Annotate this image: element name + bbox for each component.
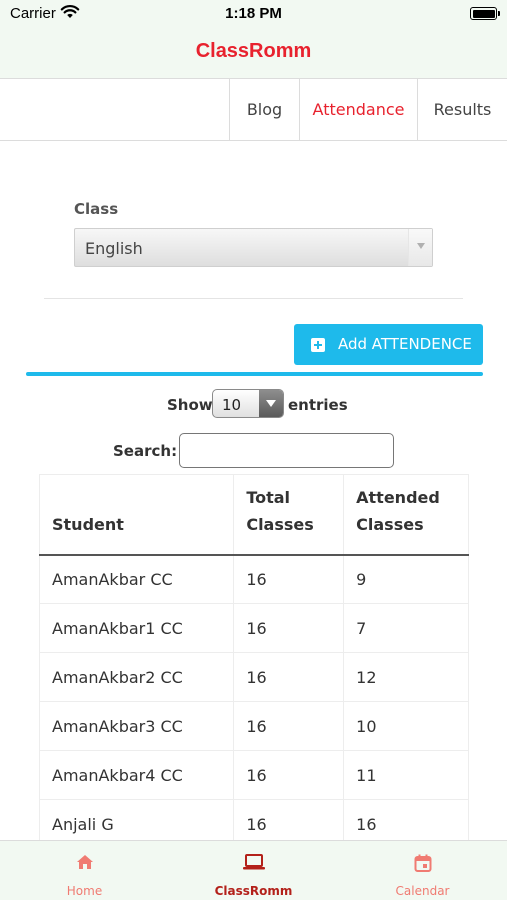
add-attendance-label: Add ATTENDENCE	[338, 335, 472, 353]
chevron-down-icon	[259, 390, 283, 417]
tab-attendance[interactable]: Attendance	[299, 79, 417, 140]
total-classes-cell: 16	[233, 554, 345, 604]
status-bar: Carrier 1:18 PM	[0, 0, 507, 28]
battery-icon	[470, 7, 500, 20]
calendar-icon	[414, 854, 432, 875]
table-header-row: Student Total Classes Attended Classes	[38, 474, 469, 556]
nav-classroom[interactable]: ClassRomm	[169, 841, 338, 900]
app-title: ClassRomm	[195, 40, 312, 62]
plus-square-icon	[311, 338, 325, 352]
add-attendance-button[interactable]: Add ATTENDENCE	[294, 324, 483, 365]
bottom-nav: Home ClassRomm Calendar	[0, 840, 507, 900]
attended-classes-cell: 12	[343, 652, 469, 702]
nav-calendar-label: Calendar	[395, 884, 450, 898]
entries-label: entries	[288, 396, 348, 414]
attended-classes-cell: 11	[343, 750, 469, 800]
attended-classes-cell: 10	[343, 701, 469, 751]
page-size-value: 10	[222, 396, 242, 414]
attended-classes-cell: 7	[343, 603, 469, 653]
class-select-value: English	[85, 239, 143, 258]
search-label: Search:	[113, 442, 178, 460]
app-header: ClassRomm	[0, 28, 507, 79]
attended-classes-cell: 9	[343, 554, 469, 604]
student-cell: AmanAkbar2 CC	[38, 652, 235, 702]
laptop-icon	[242, 854, 265, 873]
search-input[interactable]	[179, 433, 394, 468]
total-classes-cell: 16	[233, 652, 345, 702]
student-cell: AmanAkbar CC	[38, 554, 235, 604]
total-classes-cell: 16	[233, 750, 345, 800]
column-header-student[interactable]: Student	[38, 474, 235, 556]
column-header-attended-classes[interactable]: Attended Classes	[343, 474, 469, 556]
table-row: AmanAkbar3 CC 16 10	[38, 701, 469, 751]
show-label: Show	[167, 396, 213, 414]
table-row: AmanAkbar2 CC 16 12	[38, 652, 469, 702]
nav-classroom-label: ClassRomm	[214, 884, 293, 898]
class-select[interactable]: English	[74, 228, 433, 267]
tab-results[interactable]: Results	[417, 79, 507, 140]
divider	[44, 298, 463, 299]
clock-time: 1:18 PM	[225, 5, 282, 22]
chevron-down-icon	[408, 229, 432, 266]
student-cell: AmanAkbar1 CC	[38, 603, 235, 653]
table-row: AmanAkbar4 CC 16 11	[38, 750, 469, 800]
table-row: AmanAkbar1 CC 16 7	[38, 603, 469, 653]
attendance-table: Student Total Classes Attended Classes A…	[38, 474, 469, 849]
total-classes-cell: 16	[233, 603, 345, 653]
section-tabs: Blog Attendance Results	[0, 79, 507, 141]
section-divider	[26, 372, 483, 376]
table-row: AmanAkbar CC 16 9	[38, 554, 469, 604]
nav-home[interactable]: Home	[0, 841, 169, 900]
student-cell: AmanAkbar4 CC	[38, 750, 235, 800]
home-icon	[76, 854, 94, 873]
tab-blog[interactable]: Blog	[229, 79, 299, 140]
page-size-select[interactable]: 10	[212, 389, 284, 418]
nav-calendar[interactable]: Calendar	[338, 841, 507, 900]
student-cell: AmanAkbar3 CC	[38, 701, 235, 751]
nav-home-label: Home	[66, 884, 103, 898]
column-header-total-classes[interactable]: Total Classes	[233, 474, 345, 556]
class-label: Class	[74, 200, 119, 218]
total-classes-cell: 16	[233, 701, 345, 751]
